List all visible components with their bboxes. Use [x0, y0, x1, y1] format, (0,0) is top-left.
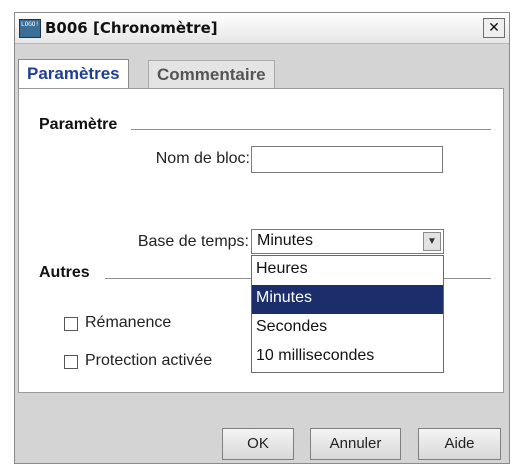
logo-soft-icon: LOGO!: [19, 19, 41, 38]
protection-checkbox[interactable]: [64, 355, 78, 369]
option-heures[interactable]: Heures: [252, 256, 443, 285]
section-heading-parametre: Paramètre: [39, 116, 118, 133]
time-base-selected-value: Minutes: [257, 232, 314, 249]
time-base-dropdown-list: Heures Minutes Secondes 10 millisecondes: [251, 255, 444, 373]
ok-button[interactable]: OK: [222, 428, 294, 460]
tab-bar: Paramètres Commentaire: [15, 45, 509, 90]
section-heading-autres: Autres: [39, 264, 90, 281]
option-secondes[interactable]: Secondes: [252, 314, 443, 343]
section-divider: [444, 278, 491, 279]
close-icon: ✕: [488, 20, 500, 36]
tab-commentaire[interactable]: Commentaire: [148, 60, 275, 89]
block-name-input[interactable]: [251, 146, 443, 173]
option-10-millisecondes[interactable]: 10 millisecondes: [252, 343, 443, 372]
help-button[interactable]: Aide: [418, 428, 501, 460]
title-bar[interactable]: LOGO! B006 [Chronomètre] ✕: [15, 13, 509, 44]
remanence-checkbox[interactable]: [64, 317, 78, 331]
parameters-panel: Paramètre Nom de bloc: Base de temps: Mi…: [18, 88, 504, 393]
option-minutes[interactable]: Minutes: [252, 285, 443, 314]
time-base-label: Base de temps:: [137, 233, 249, 250]
tab-parametres[interactable]: Paramètres: [18, 59, 129, 90]
protection-label: Protection activée: [85, 352, 213, 369]
time-base-select[interactable]: Minutes ▼: [251, 229, 444, 254]
window-title: B006 [Chronomètre]: [45, 19, 218, 37]
block-properties-dialog: LOGO! B006 [Chronomètre] ✕ Paramètres Co…: [14, 12, 510, 464]
remanence-label: Rémanence: [85, 314, 172, 331]
block-name-label: Nom de bloc:: [155, 150, 250, 167]
section-divider: [105, 278, 251, 279]
cancel-button[interactable]: Annuler: [310, 428, 401, 460]
button-bar: OK Annuler Aide: [15, 393, 509, 463]
chevron-down-icon[interactable]: ▼: [423, 232, 441, 251]
section-divider: [131, 129, 491, 130]
close-button[interactable]: ✕: [483, 18, 505, 38]
